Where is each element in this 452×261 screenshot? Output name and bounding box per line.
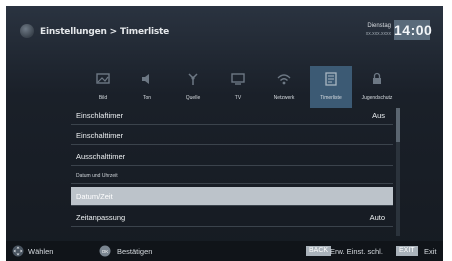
tab-netzwerk[interactable]: Netzwerk <box>263 66 305 108</box>
menu-item-einschlaftimer[interactable]: Einschlaftimer Aus <box>71 106 393 125</box>
tab-label: TV <box>234 95 242 101</box>
speaker-icon <box>142 74 149 84</box>
network-icon <box>277 74 291 85</box>
tab-tv[interactable]: TV <box>217 66 259 108</box>
tab-ton[interactable]: Ton <box>126 66 168 108</box>
menu-logo-icon <box>20 24 34 38</box>
menu-item-label: Einschalttimer <box>76 131 124 140</box>
tab-label: Timerliste <box>320 95 342 101</box>
menu-item-value: Aus <box>372 111 385 120</box>
picture-icon <box>96 73 110 84</box>
weekday: Dienstag <box>367 23 391 29</box>
breadcrumb: Einstellungen > Timerliste <box>40 27 170 37</box>
menu-item-ausschalttimer[interactable]: Ausschalttimer <box>71 147 393 166</box>
category-tabs: Bild Ton Quelle TV Netzwerk Timerliste J… <box>82 66 404 108</box>
menu-item-einschalttimer[interactable]: Einschalttimer <box>71 126 393 145</box>
tab-label: Jugendschutz <box>361 95 393 101</box>
scrollbar[interactable] <box>396 108 400 236</box>
tab-label: Netzwerk <box>273 95 295 101</box>
tv-icon <box>231 73 245 85</box>
exit-key: EXIT <box>396 246 418 256</box>
confirm-hint: Bestätigen <box>117 247 153 256</box>
menu-item-label: Einschlaftimer <box>76 111 124 120</box>
tab-label: Quelle <box>185 95 201 101</box>
tab-label: Bild <box>98 95 108 101</box>
menu-item-datum-zeit[interactable]: Datum/Zeit <box>71 187 393 206</box>
menu-item-value: Auto <box>369 213 385 222</box>
tv-screen: Einstellungen > Timerliste Dienstag xx.x… <box>6 6 443 261</box>
menu-item-label: Ausschalttimer <box>76 152 126 161</box>
select-hint: Wählen <box>28 247 54 256</box>
parental-lock-icon <box>373 72 381 84</box>
menu-item-label: Datum/Zeit <box>76 192 113 201</box>
tab-bild[interactable]: Bild <box>82 66 124 108</box>
ok-key-label: OK <box>102 249 109 254</box>
tab-jugendschutz[interactable]: Jugendschutz <box>356 66 398 108</box>
menu-item-zeitanpassung[interactable]: Zeitanpassung Auto <box>71 208 393 227</box>
date: xx.xxx.xxxx <box>365 31 391 37</box>
back-key: BACK <box>306 246 332 256</box>
navigation-arrows-icon <box>12 245 24 257</box>
tab-timerliste[interactable]: Timerliste <box>310 66 352 108</box>
tab-label: Ton <box>142 95 152 101</box>
clock: 14:00 <box>394 20 433 40</box>
ok-button-icon: OK <box>99 245 111 257</box>
back-hint: Erw. Einst. schl. <box>330 247 383 256</box>
source-icon <box>188 73 198 85</box>
timer-list-icon <box>325 72 337 86</box>
menu-item-label: Zeitanpassung <box>76 213 126 222</box>
section-header-label: Datum und Uhrzeit <box>76 173 118 179</box>
title-bar: Einstellungen > Timerliste Dienstag xx.x… <box>6 6 443 56</box>
exit-hint: Exit <box>424 247 437 256</box>
scrollbar-thumb[interactable] <box>396 108 400 142</box>
tab-quelle[interactable]: Quelle <box>172 66 214 108</box>
footer-hint-bar: Wählen OK Bestätigen BACK Erw. Einst. sc… <box>6 241 443 261</box>
section-header-datum-uhrzeit: Datum und Uhrzeit <box>71 168 393 184</box>
